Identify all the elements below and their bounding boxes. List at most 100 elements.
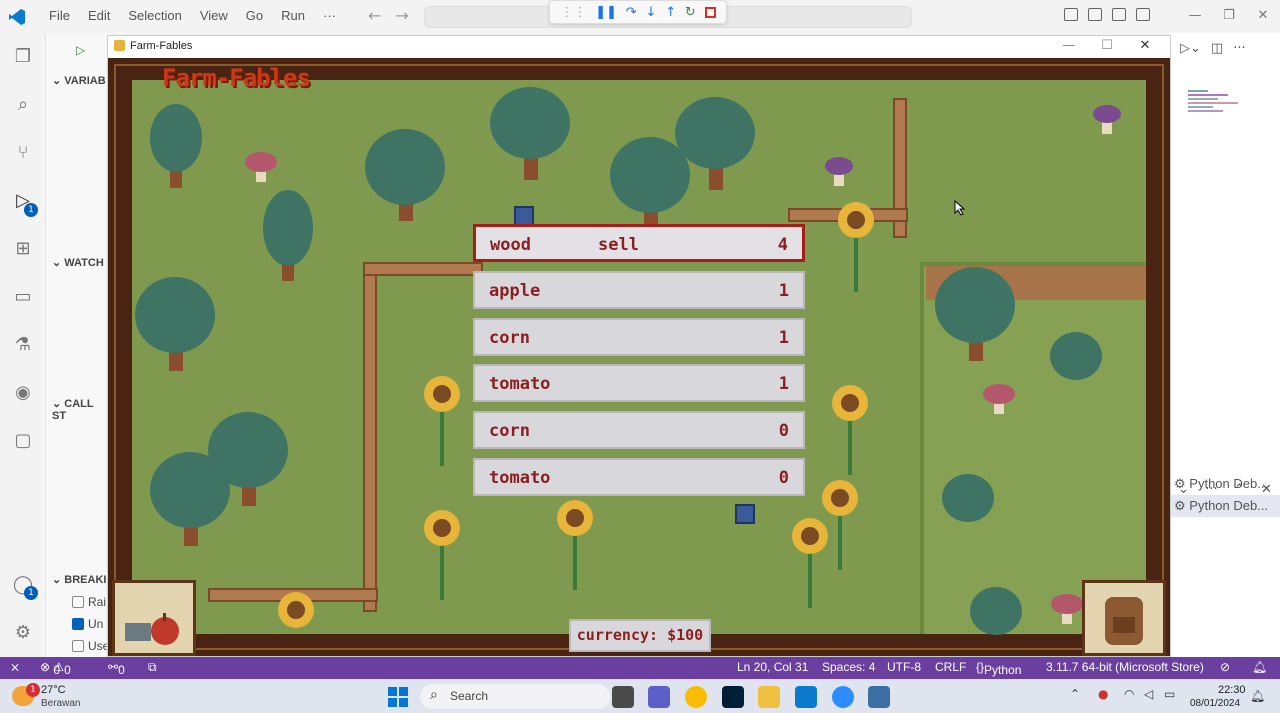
section-breakpoints[interactable]: ⌄ BREAKI [52,573,106,586]
minimap[interactable] [1188,88,1243,128]
teams-icon[interactable] [648,686,670,708]
mushroom [1093,105,1121,134]
remote-icon[interactable]: ⨯ [10,660,20,674]
menu-selection[interactable]: Selection [119,8,190,23]
inventory-item[interactable]: corn 1 [473,318,805,356]
drag-handle-icon[interactable]: ⋮⋮ [560,5,586,20]
debug-status-icon[interactable]: ⧉ [148,660,157,675]
inventory-item[interactable]: wood sell 4 [473,224,805,262]
sunflower [822,480,858,570]
python-interpreter[interactable]: 3.11.7 64-bit (Microsoft Store) [1046,660,1204,674]
wifi-icon[interactable]: ◠ [1124,687,1134,701]
game-maximize-button[interactable]: ☐ [1088,38,1126,53]
game-canvas[interactable]: Farm-Fables wood sell 4 apple 1 corn 1 t… [108,58,1170,656]
run-file-icon[interactable]: ▷⌄ [1180,41,1201,56]
customize-layout-icon[interactable] [1136,8,1150,21]
weather-temp[interactable]: 27°C [41,684,66,696]
menu-file[interactable]: File [40,8,79,23]
clock-date[interactable]: 08/01/2024 [1190,698,1240,709]
python-app-icon[interactable] [868,686,890,708]
indentation[interactable]: Spaces: 4 [822,660,875,674]
problems-status[interactable]: ⊗ 0 ⚠ 0 [40,660,71,677]
volume-icon[interactable]: ◁ [1144,687,1153,701]
restart-icon[interactable]: ↻ [685,5,696,20]
task-view-icon[interactable] [612,686,634,708]
remote-explorer-icon[interactable]: ▭ [11,285,35,309]
testing-icon[interactable]: ⚗ [11,333,35,357]
language-mode[interactable]: {} Python [976,660,1021,677]
step-over-icon[interactable]: ↷ [626,5,637,20]
section-watch[interactable]: ⌄ WATCH [52,256,104,269]
photoshop-icon[interactable] [722,686,744,708]
menu-run[interactable]: Run [272,8,314,23]
tool-slot[interactable] [112,580,196,656]
game-window-titlebar[interactable]: Farm-Fables — ☐ ✕ [108,36,1170,58]
inventory-item[interactable]: tomato 1 [473,364,805,402]
breakpoint-checkbox-uncaught[interactable] [72,618,84,630]
split-editor-icon[interactable]: ◫ [1211,41,1223,56]
breakpoint-checkbox-raised[interactable] [72,596,84,608]
copilot-icon[interactable]: ⊘ [1220,660,1230,674]
editor-more-icon[interactable]: ··· [1233,41,1245,56]
weather-badge: 1 [26,683,40,697]
step-out-icon[interactable]: ↑ [665,5,676,20]
microphone-icon[interactable]: ● [1098,687,1108,701]
tray-chevron-icon[interactable]: ⌃ [1070,687,1080,701]
windows-start-icon[interactable] [388,687,408,707]
tree [150,452,230,546]
blue-item [735,504,755,524]
section-variables[interactable]: ⌄ VARIAB [52,74,106,87]
cursor-position[interactable]: Ln 20, Col 31 [737,660,808,674]
inventory-item[interactable]: apple 1 [473,271,805,309]
item-quantity: 1 [778,281,789,301]
search-label: Search [450,689,489,703]
toggle-panel-icon[interactable] [1088,8,1102,21]
bush [970,587,1022,635]
inventory-item[interactable]: corn 0 [473,411,805,449]
settings-gear-icon[interactable]: ⚙ [11,621,35,645]
encoding[interactable]: UTF-8 [887,660,921,674]
restore-button[interactable]: ❐ [1212,0,1246,32]
stop-icon[interactable] [704,6,716,18]
forward-arrow-icon[interactable]: → [395,6,408,25]
weather-desc[interactable]: Berawan [41,698,80,709]
section-call-stack[interactable]: ⌄ CALL ST [52,397,108,422]
breakpoint-checkbox-user[interactable] [72,640,84,652]
toggle-sidebar-icon[interactable] [1064,8,1078,21]
notifications-bell-icon[interactable]: 🔔︎ [1252,660,1267,674]
search-icon[interactable]: ⌕ [11,93,35,117]
line-ending[interactable]: CRLF [935,660,966,674]
menu-go[interactable]: Go [237,8,272,23]
toggle-secondary-sidebar-icon[interactable] [1112,8,1126,21]
taskbar-search[interactable]: ⌕ Search [420,684,610,709]
explorer-icon[interactable]: ❐ [11,45,35,69]
game-minimize-button[interactable]: — [1050,38,1088,53]
menu-more[interactable]: ··· [314,8,345,23]
ports-status[interactable]: ⚯ 0 [108,660,125,677]
back-arrow-icon[interactable]: ← [368,6,381,25]
minimize-button[interactable]: — [1178,0,1212,32]
battery-icon[interactable]: ▭ [1164,687,1175,701]
terminal-python-debug-2[interactable]: ⚙ Python Deb... [1170,495,1280,517]
vscode-taskbar-icon[interactable] [795,686,817,708]
source-control-icon[interactable]: ⑂ [11,141,35,165]
terminal-python-debug-1[interactable]: ⚙ Python Deb... [1170,473,1280,495]
chrome-icon[interactable] [685,686,707,708]
menu-edit[interactable]: Edit [79,8,119,23]
step-into-icon[interactable]: ↓ [645,5,656,20]
zoom-icon[interactable] [832,686,854,708]
comments-icon[interactable]: ▢ [11,429,35,453]
menu-view[interactable]: View [191,8,237,23]
backpack-slot[interactable] [1082,580,1166,656]
github-icon[interactable]: ◉ [11,381,35,405]
pause-icon[interactable]: ❚❚ [595,5,617,20]
extensions-icon[interactable]: ⊞ [11,237,35,261]
item-name: corn [489,328,530,348]
game-close-button[interactable]: ✕ [1126,38,1164,53]
inventory-item[interactable]: tomato 0 [473,458,805,496]
start-debug-icon[interactable]: ▷ [76,43,85,57]
notification-bell-icon[interactable]: 🔔︎ [1250,689,1265,703]
file-explorer-icon[interactable] [758,686,780,708]
close-button[interactable]: ✕ [1246,0,1280,32]
clock-time[interactable]: 22:30 [1218,684,1246,696]
